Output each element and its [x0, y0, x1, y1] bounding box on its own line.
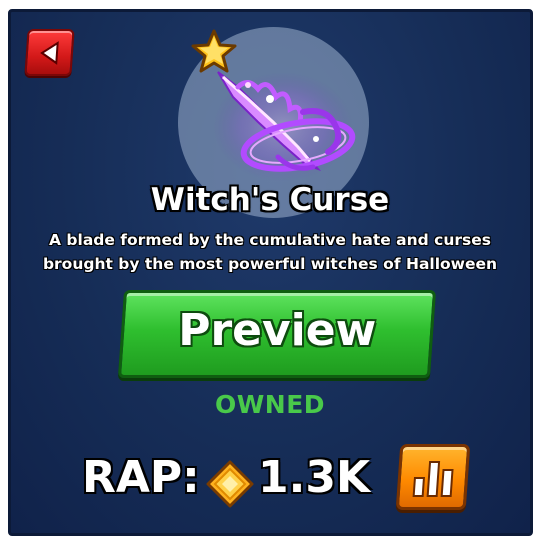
item-name: Witch's Curse	[150, 182, 390, 218]
bar-chart-icon	[412, 461, 454, 497]
star-icon	[191, 29, 237, 73]
item-description: A blade formed by the cumulative hate an…	[42, 231, 498, 273]
back-button[interactable]	[24, 29, 75, 76]
rap-label: RAP:	[82, 452, 200, 503]
owned-status: OWNED	[214, 390, 326, 419]
back-arrow-icon	[40, 41, 59, 65]
stats-button[interactable]	[395, 444, 471, 510]
preview-button-label: Preview	[178, 305, 377, 356]
rap-value: 1.3K	[258, 452, 371, 503]
diamond-coin-icon	[206, 460, 254, 508]
preview-button[interactable]: Preview	[117, 290, 437, 378]
